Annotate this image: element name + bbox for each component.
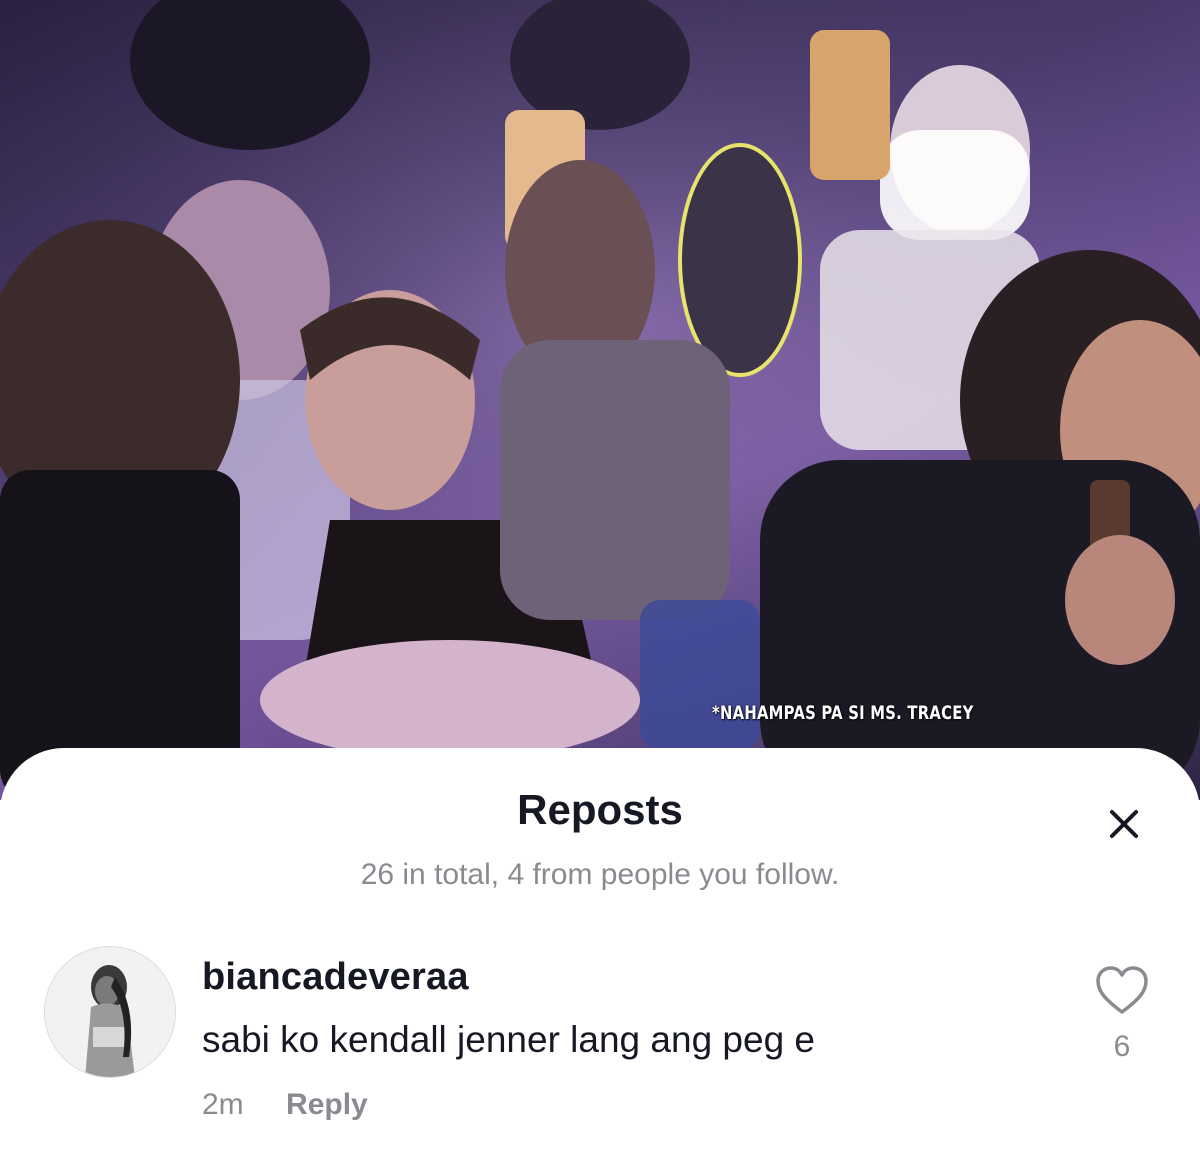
comment-item: biancadeveraa sabi ko kendall jenner lan… [0,946,1200,1146]
avatar-photo [45,947,175,1077]
comment-time: 2m [202,1088,244,1121]
like-button[interactable] [1092,962,1152,1018]
video-frame[interactable]: *NAHAMPAS PA SI MS. TRACEY [0,0,1200,800]
video-scene-illustration [0,0,1200,800]
comment-username[interactable]: biancadeveraa [202,956,469,999]
like-count: 6 [1113,1030,1131,1063]
reposts-sheet: Reposts 26 in total, 4 from people you f… [0,748,1200,1167]
reply-button[interactable]: Reply [286,1088,368,1121]
sheet-subtitle: 26 in total, 4 from people you follow. [360,858,840,891]
video-caption: *NAHAMPAS PA SI MS. TRACEY [712,702,974,724]
screen: *NAHAMPAS PA SI MS. TRACEY Reposts 26 in… [0,0,1200,1167]
heart-outline-icon [1096,966,1148,1014]
sheet-title: Reposts [517,786,683,833]
comment-meta: 2m Reply [202,1088,368,1122]
avatar[interactable] [44,946,176,1078]
close-icon [1110,810,1138,838]
comment-text: sabi ko kendall jenner lang ang peg e [202,1019,816,1060]
close-button[interactable] [1098,798,1150,850]
